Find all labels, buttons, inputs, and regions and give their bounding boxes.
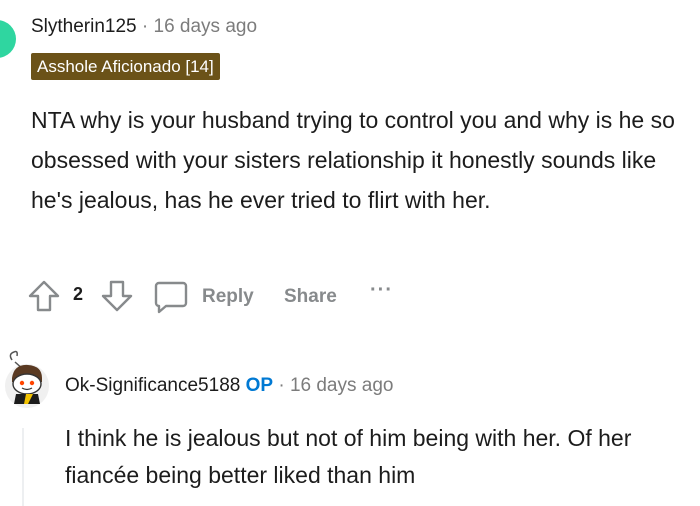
share-button[interactable]: Share bbox=[284, 286, 337, 308]
comment-bubble-icon bbox=[153, 280, 189, 314]
timestamp[interactable]: 16 days ago bbox=[290, 375, 394, 396]
upvote-icon[interactable] bbox=[27, 279, 61, 313]
separator-dot: · bbox=[141, 16, 149, 37]
more-options-button[interactable]: ··· bbox=[370, 279, 393, 302]
username[interactable]: Slytherin125 bbox=[31, 16, 137, 37]
reply-label: Reply bbox=[202, 286, 254, 307]
op-badge: OP bbox=[245, 375, 274, 396]
thread-line[interactable] bbox=[22, 428, 24, 506]
reply-header: Ok-Significance5188 OP · 16 days ago bbox=[65, 375, 393, 397]
user-flair: Asshole Aficionado [14] bbox=[31, 53, 220, 80]
vote-score: 2 bbox=[73, 284, 84, 304]
avatar[interactable] bbox=[0, 20, 16, 58]
reply-body: I think he is jealous but not of him bei… bbox=[65, 425, 632, 488]
username[interactable]: Ok-Significance5188 bbox=[65, 375, 240, 396]
downvote-icon[interactable] bbox=[100, 279, 134, 313]
timestamp[interactable]: 16 days ago bbox=[154, 16, 258, 37]
avatar[interactable] bbox=[2, 348, 52, 408]
comment-header: Slytherin125 · 16 days ago bbox=[31, 16, 257, 38]
comment-body: NTA why is your husband trying to contro… bbox=[31, 107, 675, 213]
separator-dot: · bbox=[278, 375, 285, 396]
